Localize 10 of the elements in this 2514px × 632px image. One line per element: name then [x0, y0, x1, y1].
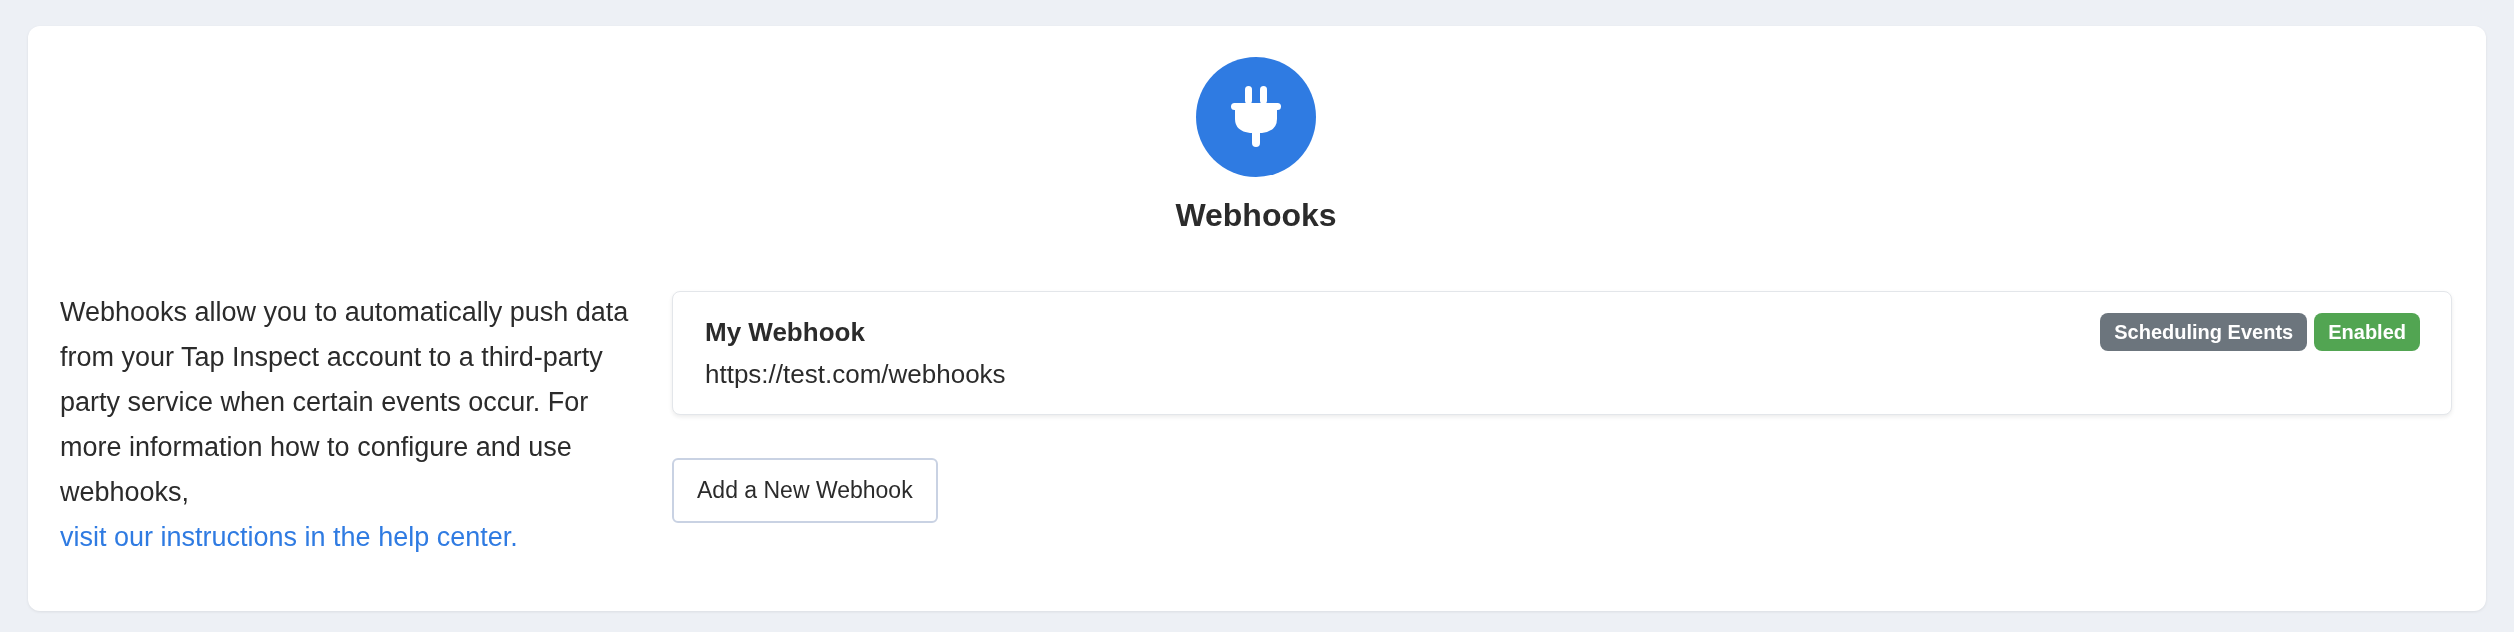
webhook-url: https://test.com/webhooks [705, 358, 1007, 391]
add-webhook-button[interactable]: Add a New Webhook [672, 458, 938, 523]
webhook-card[interactable]: My Webhook Scheduling Events Enabled https://test.com/webhooks [672, 291, 2452, 415]
description-text: Webhooks allow you to automatically push data from your Tap Inspect account to a third-party party service when certain events occur. For more information how to configure and use webhooks, visit our instructions in the help center. [60, 296, 630, 554]
page-title: Webhooks [1175, 196, 1337, 235]
help-center-link[interactable]: visit our instructions in the help center. [60, 522, 518, 552]
webhook-name: My Webhook [705, 316, 865, 349]
plug-icon [1196, 57, 1316, 177]
status-badge: Scheduling Events [2100, 313, 2308, 351]
status-badge: Enabled [2314, 313, 2420, 351]
